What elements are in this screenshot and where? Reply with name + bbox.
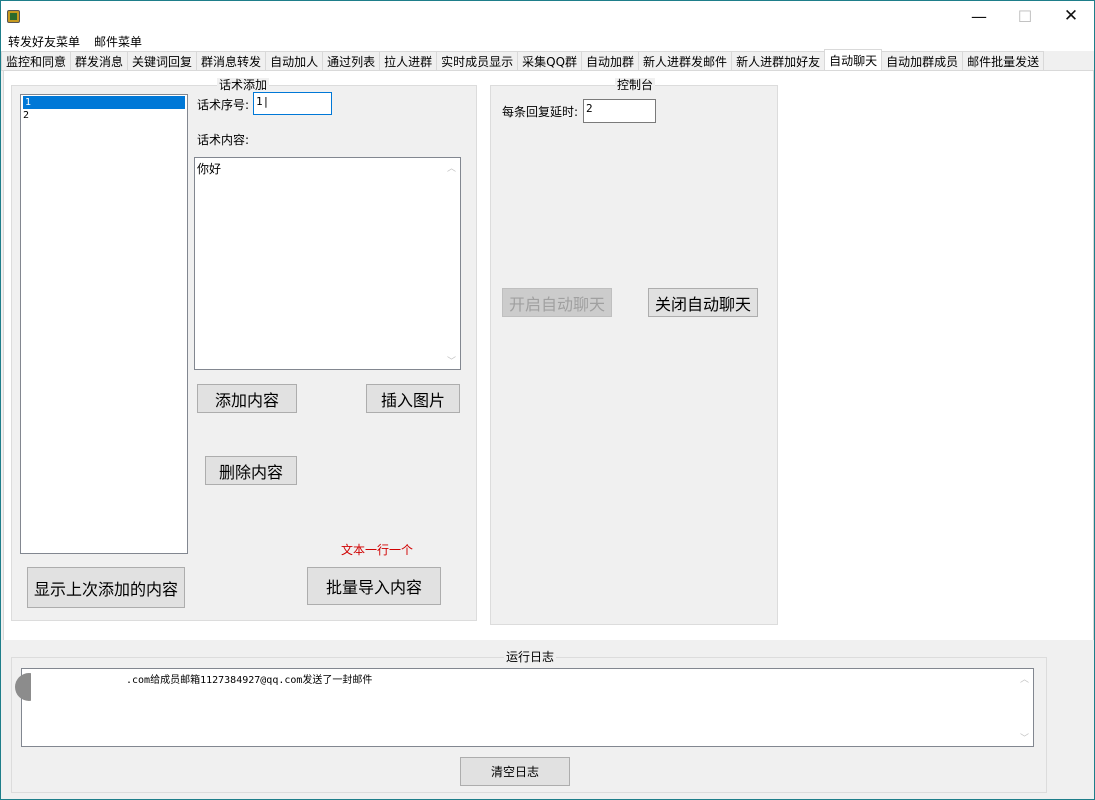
tab-monitor-approve[interactable]: 监控和同意 [1,51,72,70]
content-text: 你好 [197,162,222,176]
tab-live-members[interactable]: 实时成员显示 [436,51,519,70]
clear-log-button[interactable]: 清空日志 [460,757,570,786]
tab-newcomer-add-friend[interactable]: 新人进群加好友 [731,51,826,70]
maximize-button[interactable]: ☐ [1002,1,1048,31]
script-list[interactable]: 1 2 [20,94,188,554]
hint-text: 文本一行一个 [341,543,414,557]
tab-strip: 监控和同意 群发消息 关键词回复 群消息转发 自动加人 通过列表 拉人进群 实时… [1,49,1094,71]
content-label: 话术内容: [197,133,250,147]
scroll-down-icon[interactable]: ﹀ [1016,729,1033,745]
seq-input[interactable]: 1| [253,92,332,115]
list-item[interactable]: 2 [21,109,187,122]
tab-collect-qq-groups[interactable]: 采集QQ群 [517,51,583,70]
content-textarea[interactable]: 你好 ︿ ﹀ [194,157,461,370]
title-bar: — ☐ ✕ [1,1,1094,31]
scroll-up-icon[interactable]: ︿ [443,159,460,175]
tab-auto-chat[interactable]: 自动聊天 [824,49,883,70]
delay-input[interactable]: 2 [583,99,656,123]
tab-auto-join-group[interactable]: 自动加群 [581,51,640,70]
delay-label: 每条回复延时: [502,105,579,119]
content-scrollbar[interactable]: ︿ ﹀ [443,158,460,369]
batch-import-button[interactable]: 批量导入内容 [307,567,441,605]
log-textarea[interactable]: .com给成员邮箱1127384927@qq.com发送了一封邮件 ︿ ﹀ [21,668,1034,747]
start-auto-chat-button[interactable]: 开启自动聊天 [502,288,612,317]
tab-auto-add-people[interactable]: 自动加人 [265,51,324,70]
tab-batch-mail[interactable]: 邮件批量发送 [962,51,1045,70]
close-button[interactable]: ✕ [1048,1,1094,31]
list-item[interactable]: 1 [23,96,185,109]
scroll-down-icon[interactable]: ﹀ [443,352,460,368]
menu-forward-friends[interactable]: 转发好友菜单 [1,31,87,51]
script-add-group-title: 话术添加 [217,78,270,92]
tab-group-forward[interactable]: 群消息转发 [196,51,267,70]
main-window: — ☐ ✕ 转发好友菜单 邮件菜单 监控和同意 群发消息 关键词回复 群消息转发… [0,0,1095,800]
insert-image-button[interactable]: 插入图片 [366,384,460,413]
minimize-button[interactable]: — [956,1,1002,31]
app-icon [7,10,20,23]
console-group: 控制台 [490,78,778,625]
add-content-button[interactable]: 添加内容 [197,384,297,413]
delete-content-button[interactable]: 删除内容 [205,456,297,485]
scroll-up-icon[interactable]: ︿ [1016,670,1033,686]
stop-auto-chat-button[interactable]: 关闭自动聊天 [648,288,758,317]
tab-auto-add-group-members[interactable]: 自动加群成员 [881,51,964,70]
menu-mail[interactable]: 邮件菜单 [87,31,149,51]
console-group-title: 控制台 [615,78,656,92]
tab-keyword-reply[interactable]: 关键词回复 [127,51,198,70]
seq-label: 话术序号: [197,98,250,112]
show-last-content-button[interactable]: 显示上次添加的内容 [27,567,185,608]
menu-bar: 转发好友菜单 邮件菜单 [1,31,1094,51]
log-group-title: 运行日志 [504,650,557,664]
tab-newcomer-mail[interactable]: 新人进群发邮件 [638,51,733,70]
log-line: .com给成员邮箱1127384927@qq.com发送了一封邮件 [126,675,373,686]
tab-invite-to-group[interactable]: 拉人进群 [379,51,438,70]
log-scrollbar[interactable]: ︿ ﹀ [1016,669,1033,746]
tab-approved-list[interactable]: 通过列表 [322,51,381,70]
tab-group-send[interactable]: 群发消息 [70,51,129,70]
redaction-mask [31,669,127,703]
